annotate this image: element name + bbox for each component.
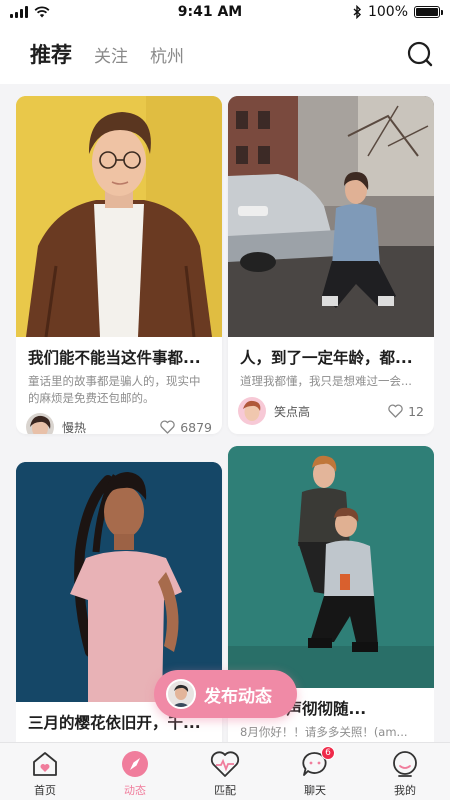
tabbar-item-chat[interactable]: 6 聊天	[270, 743, 360, 800]
author-name: 慢热	[62, 420, 87, 435]
card-photo	[16, 96, 222, 337]
feed-card[interactable]: 我们能不能当这件事都... 童话里的故事都是骗人的，现实中的麻烦是免费还包邮的。…	[16, 96, 222, 434]
tabbar-item-match[interactable]: 匹配	[180, 743, 270, 800]
card-description: 道理我都懂，我只是想难过一会...	[240, 374, 412, 388]
feed-card[interactable]: 人，到了一定年龄，都... 道理我都懂，我只是想难过一会... 笑点高 12	[228, 96, 434, 434]
card-title: 我们能不能当这件事都...	[28, 349, 201, 367]
feed-grid: 我们能不能当这件事都... 童话里的故事都是骗人的，现实中的麻烦是免费还包邮的。…	[16, 96, 434, 746]
tab-following[interactable]: 关注	[94, 42, 128, 67]
profile-icon	[390, 749, 420, 779]
author-avatar[interactable]	[26, 413, 54, 434]
heart-icon	[388, 404, 403, 418]
status-time: 9:41 AM	[177, 4, 243, 20]
tabbar-item-feed[interactable]: 动态	[90, 743, 180, 800]
tabbar-item-profile[interactable]: 我的	[360, 743, 450, 800]
tabbar-label-profile: 我的	[394, 784, 416, 797]
author-name: 笑点高	[274, 404, 311, 419]
card-photo	[16, 462, 222, 702]
tabbar-item-home[interactable]: 首页	[0, 743, 90, 800]
card-meta: 笑点高 12	[228, 391, 434, 434]
search-icon[interactable]	[406, 40, 434, 68]
card-description: 8月你好！！请多多关照！(am...	[240, 725, 408, 739]
author-avatar[interactable]	[238, 397, 266, 425]
chat-icon: 6	[300, 746, 335, 779]
card-description: 童话里的故事都是骗人的，现实中的麻烦是免费还包邮的。	[28, 374, 201, 405]
card-meta: 慢热 6879	[16, 407, 222, 434]
tabbar-label-chat: 聊天	[304, 784, 326, 797]
wifi-icon	[34, 6, 50, 18]
card-title: 人，到了一定年龄，都...	[240, 349, 413, 367]
tab-hangzhou[interactable]: 杭州	[150, 42, 184, 67]
like-count-value: 12	[408, 403, 424, 419]
tabbar-label-feed: 动态	[124, 784, 146, 797]
tab-recommend[interactable]: 推荐	[30, 39, 72, 69]
unread-badge: 6	[321, 746, 335, 760]
like-count-value: 6879	[180, 419, 212, 435]
bluetooth-icon	[353, 5, 361, 19]
card-photo	[228, 446, 434, 688]
status-bar: 9:41 AM 100%	[0, 0, 450, 24]
home-icon	[30, 749, 60, 779]
top-nav: 推荐 关注 杭州	[0, 24, 450, 84]
battery-percent: 100%	[367, 4, 408, 20]
card-photo	[228, 96, 434, 337]
publish-post-label: 发布动态	[204, 686, 272, 707]
tabbar-label-home: 首页	[34, 784, 56, 797]
like-count[interactable]: 12	[388, 404, 424, 419]
like-count[interactable]: 6879	[160, 419, 212, 435]
publish-post-button[interactable]: 发布动态	[154, 670, 297, 718]
heart-pulse-icon	[210, 749, 240, 779]
battery-icon	[414, 6, 443, 18]
tabbar-label-match: 匹配	[214, 784, 236, 797]
user-avatar	[166, 679, 196, 709]
compass-icon	[120, 749, 150, 779]
bottom-tab-bar: 首页 动态 匹配 6 聊天 我的	[0, 742, 450, 800]
signal-icon	[10, 6, 28, 18]
heart-icon	[160, 420, 175, 434]
